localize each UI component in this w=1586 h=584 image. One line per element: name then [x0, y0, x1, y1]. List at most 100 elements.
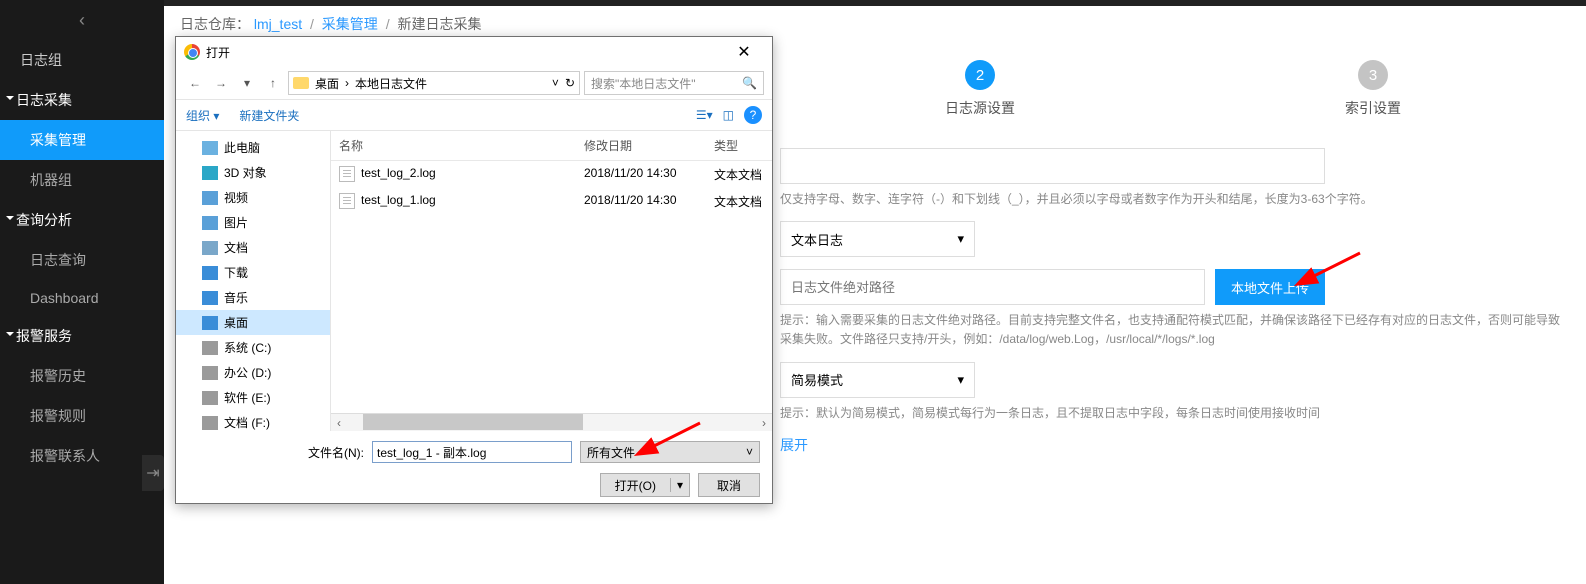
- sidebar-expand-handle[interactable]: ⇥: [142, 455, 164, 491]
- wizard-steps: 2 日志源设置 3 索引设置: [780, 60, 1566, 118]
- tree-item-label: 软件 (E:): [224, 389, 271, 406]
- expand-link[interactable]: 展开: [780, 437, 808, 453]
- tree-item[interactable]: 下载: [176, 260, 330, 285]
- breadcrumb-repo-link[interactable]: lmj_test: [254, 16, 302, 32]
- sidebar-item-collect-manage[interactable]: 采集管理: [0, 120, 164, 160]
- sidebar-group-collect[interactable]: 日志采集: [0, 80, 164, 120]
- refresh-button[interactable]: ↻: [565, 76, 575, 90]
- sidebar-item-alert-contact[interactable]: 报警联系人: [0, 436, 164, 476]
- caret-down-icon: ▾: [957, 372, 964, 388]
- nav-recent-button[interactable]: ▾: [236, 72, 258, 94]
- nav-back-button[interactable]: ←: [184, 72, 206, 94]
- help-icon[interactable]: ?: [744, 106, 762, 124]
- folder-icon: [202, 191, 218, 205]
- tree-item-label: 文档 (F:): [224, 414, 270, 431]
- mode-helper: 提示：默认为简易模式，简易模式每行为一条日志，且不提取日志中字段，每条日志时间使…: [780, 404, 1566, 423]
- step-2[interactable]: 2 日志源设置: [945, 60, 1015, 118]
- tree-item-label: 系统 (C:): [224, 339, 271, 356]
- tree-item-label: 视频: [224, 189, 248, 206]
- file-name: test_log_2.log: [361, 166, 436, 180]
- address-dropdown-icon[interactable]: ˅: [552, 76, 559, 90]
- tree-item[interactable]: 视频: [176, 185, 330, 210]
- scroll-right-icon[interactable]: ›: [756, 414, 772, 431]
- col-date[interactable]: 修改日期: [576, 131, 706, 160]
- tree-item[interactable]: 文档: [176, 235, 330, 260]
- folder-icon: [202, 241, 218, 255]
- name-input[interactable]: [780, 148, 1325, 184]
- sidebar-item-alert-history[interactable]: 报警历史: [0, 356, 164, 396]
- view-mode-button[interactable]: ☰▾: [696, 108, 713, 122]
- file-date: 2018/11/20 14:30: [576, 164, 706, 185]
- tree-item[interactable]: 文档 (F:): [176, 410, 330, 431]
- nav-forward-button[interactable]: →: [210, 72, 232, 94]
- file-icon: [339, 193, 355, 209]
- sidebar-group-alert[interactable]: 报警服务: [0, 316, 164, 356]
- dialog-navbar: ← → ▾ ↑ 桌面 › 本地日志文件 ˅ ↻ 搜索"本地日志文件" 🔍: [176, 67, 772, 99]
- dialog-toolbar: 组织 ▾ 新建文件夹 ☰▾ ◫ ?: [176, 99, 772, 131]
- cancel-button[interactable]: 取消: [698, 473, 760, 497]
- tree-item[interactable]: 3D 对象: [176, 160, 330, 185]
- filter-value: 所有文件: [587, 444, 635, 461]
- folder-icon: [293, 77, 309, 89]
- nav-up-button[interactable]: ↑: [262, 72, 284, 94]
- address-bar[interactable]: 桌面 › 本地日志文件 ˅ ↻: [288, 71, 580, 95]
- caret-down-icon: ▾: [957, 231, 964, 247]
- tree-item-label: 此电脑: [224, 139, 260, 156]
- tree-item[interactable]: 图片: [176, 210, 330, 235]
- folder-icon: [202, 416, 218, 430]
- sidebar: ‹ 日志组 日志采集 采集管理 机器组 查询分析 日志查询 Dashboard …: [0, 0, 164, 584]
- tree-item[interactable]: 此电脑: [176, 135, 330, 160]
- tree-item[interactable]: 系统 (C:): [176, 335, 330, 360]
- preview-pane-button[interactable]: ◫: [723, 108, 734, 122]
- sidebar-item-loggroup[interactable]: 日志组: [0, 40, 164, 80]
- tree-item-label: 桌面: [224, 314, 248, 331]
- tree-item[interactable]: 办公 (D:): [176, 360, 330, 385]
- folder-icon: [202, 316, 218, 330]
- file-type-filter[interactable]: 所有文件 ˅: [580, 441, 760, 463]
- organize-button[interactable]: 组织 ▾: [186, 107, 219, 124]
- step-3[interactable]: 3 索引设置: [1345, 60, 1401, 118]
- tree-item[interactable]: 软件 (E:): [176, 385, 330, 410]
- breadcrumb: 日志仓库： lmj_test / 采集管理 / 新建日志采集: [180, 14, 481, 34]
- main-form: 2 日志源设置 3 索引设置 : 仅支持字母、数字、连字符（-）和下划线（_），…: [780, 60, 1566, 467]
- chevron-right-icon: ›: [345, 76, 349, 90]
- tree-item-label: 3D 对象: [224, 164, 267, 181]
- scroll-left-icon[interactable]: ‹: [331, 414, 347, 431]
- tree-item-label: 办公 (D:): [224, 364, 271, 381]
- breadcrumb-sep: /: [386, 16, 390, 32]
- tree-item-label: 图片: [224, 214, 248, 231]
- address-seg-2[interactable]: 本地日志文件: [355, 75, 427, 92]
- folder-icon: [202, 366, 218, 380]
- topbar: [164, 0, 1586, 6]
- col-name[interactable]: 名称: [331, 131, 576, 160]
- sidebar-group-query[interactable]: 查询分析: [0, 200, 164, 240]
- folder-icon: [202, 391, 218, 405]
- file-row[interactable]: test_log_1.log2018/11/20 14:30文本文档: [331, 188, 772, 215]
- col-type[interactable]: 类型: [706, 131, 772, 160]
- log-type-select[interactable]: 文本日志 ▾: [780, 221, 975, 257]
- sidebar-collapse-icon[interactable]: ‹: [0, 0, 164, 40]
- search-icon: 🔍: [742, 76, 757, 90]
- new-folder-button[interactable]: 新建文件夹: [239, 107, 299, 124]
- sidebar-item-alert-rule[interactable]: 报警规则: [0, 396, 164, 436]
- log-path-input[interactable]: [780, 269, 1205, 305]
- scroll-thumb[interactable]: [363, 414, 583, 430]
- file-row[interactable]: test_log_2.log2018/11/20 14:30文本文档: [331, 161, 772, 188]
- local-upload-button[interactable]: 本地文件上传: [1215, 269, 1325, 305]
- horizontal-scrollbar[interactable]: ‹ ›: [331, 413, 772, 431]
- sidebar-item-dashboard[interactable]: Dashboard: [0, 280, 164, 316]
- address-seg-1[interactable]: 桌面: [315, 75, 339, 92]
- tree-item[interactable]: 桌面: [176, 310, 330, 335]
- open-button[interactable]: 打开(O) ▾: [600, 473, 690, 497]
- filename-input[interactable]: [372, 441, 572, 463]
- sidebar-item-log-query[interactable]: 日志查询: [0, 240, 164, 280]
- tree-item[interactable]: 音乐: [176, 285, 330, 310]
- dialog-search-input[interactable]: 搜索"本地日志文件" 🔍: [584, 71, 764, 95]
- tree-item-label: 文档: [224, 239, 248, 256]
- breadcrumb-mid-link[interactable]: 采集管理: [322, 16, 378, 32]
- open-button-label: 打开(O): [601, 477, 670, 494]
- sidebar-item-machine-group[interactable]: 机器组: [0, 160, 164, 200]
- mode-select[interactable]: 简易模式 ▾: [780, 362, 975, 398]
- dialog-close-button[interactable]: ✕: [724, 42, 764, 62]
- open-dropdown-icon[interactable]: ▾: [670, 478, 689, 492]
